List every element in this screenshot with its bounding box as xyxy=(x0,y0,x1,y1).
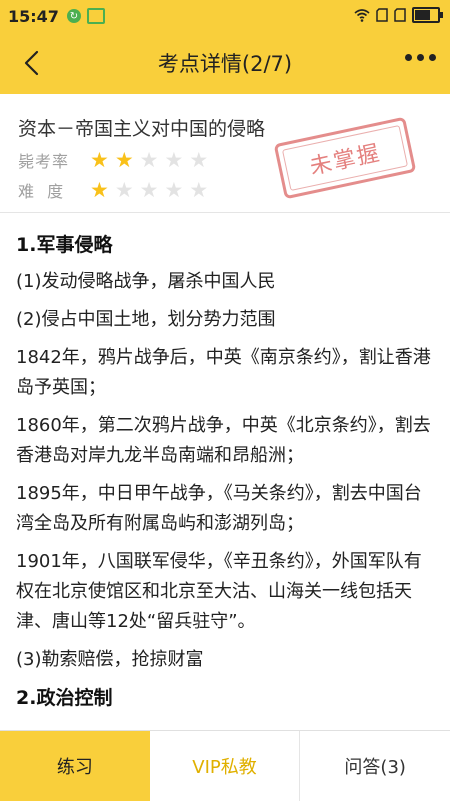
wifi-icon xyxy=(354,9,370,22)
frequency-label: 毙考率 xyxy=(18,152,70,171)
paragraph: (2)侵占中国土地，划分势力范围 xyxy=(16,309,276,330)
article-content: 1.军事侵略 (1)发动侵略战争，屠杀中国人民 (2)侵占中国土地，划分势力范围… xyxy=(16,226,434,730)
paragraph: 1895年，中日甲午战争，《马关条约》，割去中国台湾全岛及所有附属岛屿和澎湖列岛… xyxy=(16,483,422,534)
difficulty-rating: 难 度 ★ ★ ★ ★ ★ xyxy=(18,178,208,202)
section-heading: 2.政治控制 xyxy=(16,687,113,709)
mastery-stamp: 未掌握 xyxy=(273,116,417,200)
status-bar: 15:47 ↻ xyxy=(0,0,450,32)
difficulty-stars: ★ ★ ★ ★ ★ xyxy=(90,177,209,202)
paragraph: 1860年，第二次鸦片战争，中英《北京条约》，割去香港岛对岸九龙半岛南端和昂船洲… xyxy=(16,415,431,466)
star-empty-icon: ★ xyxy=(189,147,209,172)
bottom-tab-bar: 练习 VIP私教 问答(3) xyxy=(0,730,450,801)
sim-card-icon xyxy=(376,8,388,22)
sync-app-icon: ↻ xyxy=(66,9,81,23)
paragraph: 1842年，鸦片战争后，中英《南京条约》，割让香港岛予英国； xyxy=(16,347,431,398)
section-heading: 1.军事侵略 xyxy=(16,234,113,256)
stamp-text: 未掌握 xyxy=(307,140,384,181)
frequency-stars: ★ ★ ★ ★ ★ xyxy=(90,147,209,172)
paragraph: (3)勒索赔偿，抢掠财富 xyxy=(16,649,204,670)
star-filled-icon: ★ xyxy=(114,147,134,172)
star-filled-icon: ★ xyxy=(90,177,109,202)
page-title: 考点详情(2/7) xyxy=(157,52,293,76)
topic-title: 资本－帝国主义对中国的侵略 xyxy=(18,118,266,140)
battery-icon xyxy=(412,7,443,23)
frequency-rating: 毙考率 ★ ★ ★ ★ ★ xyxy=(18,148,208,172)
star-empty-icon: ★ xyxy=(139,177,159,202)
paragraph: 1901年，八国联军侵华，《辛丑条约》，外国军队有权在北京使馆区和北京至大沽、山… xyxy=(16,551,422,632)
star-empty-icon: ★ xyxy=(189,177,209,202)
qa-tab[interactable]: 问答(3) xyxy=(300,731,450,801)
more-options-icon[interactable] xyxy=(405,54,436,61)
paragraph: (1)发动侵略战争，屠杀中国人民 xyxy=(16,271,276,292)
star-filled-icon: ★ xyxy=(90,147,109,172)
practice-tab[interactable]: 练习 xyxy=(0,731,150,801)
star-empty-icon: ★ xyxy=(164,177,184,202)
star-empty-icon: ★ xyxy=(114,177,134,202)
vip-tutor-tab[interactable]: VIP私教 xyxy=(149,731,301,801)
app-notification-icon xyxy=(86,8,105,24)
star-empty-icon: ★ xyxy=(139,147,159,172)
difficulty-label: 难 度 xyxy=(18,182,65,201)
nav-bar: 考点详情(2/7) xyxy=(0,32,450,94)
topic-info-panel: 资本－帝国主义对中国的侵略 毙考率 ★ ★ ★ ★ ★ 难 度 ★ ★ ★ ★ ★ 未掌握 xyxy=(0,94,450,213)
status-time: 15:47 xyxy=(8,6,59,26)
sim-card-2-icon xyxy=(394,8,406,22)
star-empty-icon: ★ xyxy=(164,147,184,172)
back-arrow-icon[interactable] xyxy=(18,48,48,78)
